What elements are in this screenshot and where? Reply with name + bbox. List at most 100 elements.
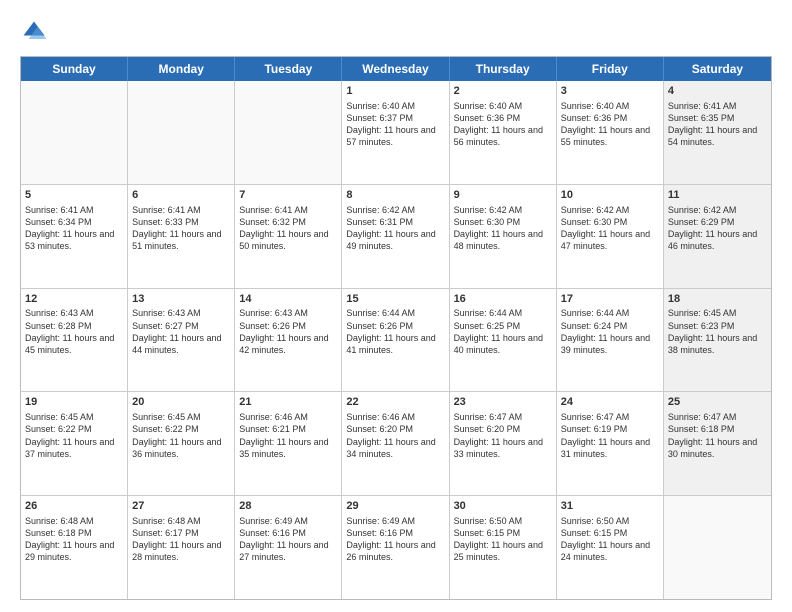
day-number: 10: [561, 188, 659, 203]
day-number: 27: [132, 499, 230, 514]
day-details: Sunrise: 6:50 AM Sunset: 6:15 PM Dayligh…: [454, 515, 552, 564]
day-cell-5: 5Sunrise: 6:41 AM Sunset: 6:34 PM Daylig…: [21, 185, 128, 288]
day-number: 17: [561, 292, 659, 307]
day-number: 25: [668, 395, 767, 410]
day-details: Sunrise: 6:40 AM Sunset: 6:36 PM Dayligh…: [561, 100, 659, 149]
day-number: 22: [346, 395, 444, 410]
day-details: Sunrise: 6:49 AM Sunset: 6:16 PM Dayligh…: [239, 515, 337, 564]
day-details: Sunrise: 6:46 AM Sunset: 6:21 PM Dayligh…: [239, 411, 337, 460]
day-details: Sunrise: 6:50 AM Sunset: 6:15 PM Dayligh…: [561, 515, 659, 564]
day-number: 31: [561, 499, 659, 514]
day-details: Sunrise: 6:42 AM Sunset: 6:30 PM Dayligh…: [561, 204, 659, 253]
calendar-row-4: 19Sunrise: 6:45 AM Sunset: 6:22 PM Dayli…: [21, 391, 771, 495]
day-cell-20: 20Sunrise: 6:45 AM Sunset: 6:22 PM Dayli…: [128, 392, 235, 495]
day-details: Sunrise: 6:49 AM Sunset: 6:16 PM Dayligh…: [346, 515, 444, 564]
day-details: Sunrise: 6:47 AM Sunset: 6:18 PM Dayligh…: [668, 411, 767, 460]
day-cell-2: 2Sunrise: 6:40 AM Sunset: 6:36 PM Daylig…: [450, 81, 557, 184]
day-number: 26: [25, 499, 123, 514]
day-number: 30: [454, 499, 552, 514]
day-details: Sunrise: 6:46 AM Sunset: 6:20 PM Dayligh…: [346, 411, 444, 460]
header-day-saturday: Saturday: [664, 57, 771, 81]
day-cell-1: 1Sunrise: 6:40 AM Sunset: 6:37 PM Daylig…: [342, 81, 449, 184]
day-number: 1: [346, 84, 444, 99]
day-number: 16: [454, 292, 552, 307]
day-details: Sunrise: 6:43 AM Sunset: 6:26 PM Dayligh…: [239, 307, 337, 356]
day-cell-31: 31Sunrise: 6:50 AM Sunset: 6:15 PM Dayli…: [557, 496, 664, 599]
calendar-row-1: 1Sunrise: 6:40 AM Sunset: 6:37 PM Daylig…: [21, 81, 771, 184]
day-cell-22: 22Sunrise: 6:46 AM Sunset: 6:20 PM Dayli…: [342, 392, 449, 495]
calendar-body: 1Sunrise: 6:40 AM Sunset: 6:37 PM Daylig…: [21, 81, 771, 599]
calendar: SundayMondayTuesdayWednesdayThursdayFrid…: [20, 56, 772, 600]
day-number: 29: [346, 499, 444, 514]
day-number: 24: [561, 395, 659, 410]
header-day-tuesday: Tuesday: [235, 57, 342, 81]
empty-cell-r4c6: [664, 496, 771, 599]
logo: [20, 18, 52, 46]
day-cell-18: 18Sunrise: 6:45 AM Sunset: 6:23 PM Dayli…: [664, 289, 771, 392]
day-cell-10: 10Sunrise: 6:42 AM Sunset: 6:30 PM Dayli…: [557, 185, 664, 288]
day-number: 5: [25, 188, 123, 203]
day-cell-19: 19Sunrise: 6:45 AM Sunset: 6:22 PM Dayli…: [21, 392, 128, 495]
day-cell-9: 9Sunrise: 6:42 AM Sunset: 6:30 PM Daylig…: [450, 185, 557, 288]
calendar-row-2: 5Sunrise: 6:41 AM Sunset: 6:34 PM Daylig…: [21, 184, 771, 288]
header-day-sunday: Sunday: [21, 57, 128, 81]
day-number: 11: [668, 188, 767, 203]
day-number: 6: [132, 188, 230, 203]
day-details: Sunrise: 6:41 AM Sunset: 6:35 PM Dayligh…: [668, 100, 767, 149]
day-details: Sunrise: 6:47 AM Sunset: 6:20 PM Dayligh…: [454, 411, 552, 460]
day-details: Sunrise: 6:41 AM Sunset: 6:32 PM Dayligh…: [239, 204, 337, 253]
day-cell-29: 29Sunrise: 6:49 AM Sunset: 6:16 PM Dayli…: [342, 496, 449, 599]
day-cell-27: 27Sunrise: 6:48 AM Sunset: 6:17 PM Dayli…: [128, 496, 235, 599]
day-cell-28: 28Sunrise: 6:49 AM Sunset: 6:16 PM Dayli…: [235, 496, 342, 599]
day-details: Sunrise: 6:45 AM Sunset: 6:22 PM Dayligh…: [25, 411, 123, 460]
calendar-header: SundayMondayTuesdayWednesdayThursdayFrid…: [21, 57, 771, 81]
day-cell-4: 4Sunrise: 6:41 AM Sunset: 6:35 PM Daylig…: [664, 81, 771, 184]
day-number: 7: [239, 188, 337, 203]
day-number: 21: [239, 395, 337, 410]
day-details: Sunrise: 6:43 AM Sunset: 6:27 PM Dayligh…: [132, 307, 230, 356]
day-details: Sunrise: 6:41 AM Sunset: 6:33 PM Dayligh…: [132, 204, 230, 253]
header-day-friday: Friday: [557, 57, 664, 81]
calendar-row-5: 26Sunrise: 6:48 AM Sunset: 6:18 PM Dayli…: [21, 495, 771, 599]
day-cell-6: 6Sunrise: 6:41 AM Sunset: 6:33 PM Daylig…: [128, 185, 235, 288]
day-number: 23: [454, 395, 552, 410]
day-cell-25: 25Sunrise: 6:47 AM Sunset: 6:18 PM Dayli…: [664, 392, 771, 495]
day-details: Sunrise: 6:44 AM Sunset: 6:26 PM Dayligh…: [346, 307, 444, 356]
day-cell-21: 21Sunrise: 6:46 AM Sunset: 6:21 PM Dayli…: [235, 392, 342, 495]
day-number: 15: [346, 292, 444, 307]
day-cell-11: 11Sunrise: 6:42 AM Sunset: 6:29 PM Dayli…: [664, 185, 771, 288]
day-cell-14: 14Sunrise: 6:43 AM Sunset: 6:26 PM Dayli…: [235, 289, 342, 392]
empty-cell-r0c1: [128, 81, 235, 184]
day-number: 18: [668, 292, 767, 307]
calendar-row-3: 12Sunrise: 6:43 AM Sunset: 6:28 PM Dayli…: [21, 288, 771, 392]
day-details: Sunrise: 6:45 AM Sunset: 6:23 PM Dayligh…: [668, 307, 767, 356]
day-number: 20: [132, 395, 230, 410]
day-details: Sunrise: 6:41 AM Sunset: 6:34 PM Dayligh…: [25, 204, 123, 253]
day-details: Sunrise: 6:48 AM Sunset: 6:17 PM Dayligh…: [132, 515, 230, 564]
day-details: Sunrise: 6:42 AM Sunset: 6:29 PM Dayligh…: [668, 204, 767, 253]
day-cell-7: 7Sunrise: 6:41 AM Sunset: 6:32 PM Daylig…: [235, 185, 342, 288]
logo-icon: [20, 18, 48, 46]
day-number: 8: [346, 188, 444, 203]
day-cell-15: 15Sunrise: 6:44 AM Sunset: 6:26 PM Dayli…: [342, 289, 449, 392]
page: SundayMondayTuesdayWednesdayThursdayFrid…: [0, 0, 792, 612]
empty-cell-r0c0: [21, 81, 128, 184]
header-day-monday: Monday: [128, 57, 235, 81]
day-number: 28: [239, 499, 337, 514]
day-cell-13: 13Sunrise: 6:43 AM Sunset: 6:27 PM Dayli…: [128, 289, 235, 392]
day-number: 13: [132, 292, 230, 307]
day-details: Sunrise: 6:44 AM Sunset: 6:25 PM Dayligh…: [454, 307, 552, 356]
day-details: Sunrise: 6:42 AM Sunset: 6:30 PM Dayligh…: [454, 204, 552, 253]
day-cell-23: 23Sunrise: 6:47 AM Sunset: 6:20 PM Dayli…: [450, 392, 557, 495]
day-cell-26: 26Sunrise: 6:48 AM Sunset: 6:18 PM Dayli…: [21, 496, 128, 599]
day-details: Sunrise: 6:48 AM Sunset: 6:18 PM Dayligh…: [25, 515, 123, 564]
day-number: 12: [25, 292, 123, 307]
day-cell-3: 3Sunrise: 6:40 AM Sunset: 6:36 PM Daylig…: [557, 81, 664, 184]
day-cell-30: 30Sunrise: 6:50 AM Sunset: 6:15 PM Dayli…: [450, 496, 557, 599]
day-cell-24: 24Sunrise: 6:47 AM Sunset: 6:19 PM Dayli…: [557, 392, 664, 495]
day-cell-17: 17Sunrise: 6:44 AM Sunset: 6:24 PM Dayli…: [557, 289, 664, 392]
day-cell-16: 16Sunrise: 6:44 AM Sunset: 6:25 PM Dayli…: [450, 289, 557, 392]
day-number: 3: [561, 84, 659, 99]
day-details: Sunrise: 6:44 AM Sunset: 6:24 PM Dayligh…: [561, 307, 659, 356]
day-number: 9: [454, 188, 552, 203]
